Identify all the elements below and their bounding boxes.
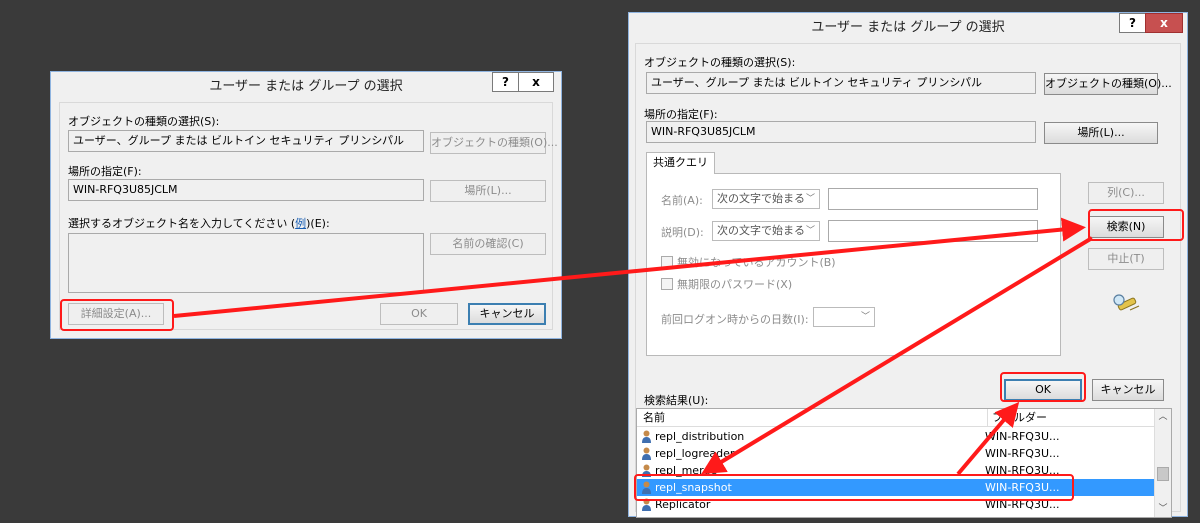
results-label: 検索結果(U): — [644, 394, 709, 407]
description-condition-value: 次の文字で始まる — [717, 224, 805, 237]
enter-names-suffix: )(E): — [306, 217, 330, 230]
object-type-label: オブジェクトの種類の選択(S): — [68, 115, 220, 128]
name-condition-select[interactable]: 次の文字で始まる ﹀ — [712, 189, 820, 209]
tab-common-query[interactable]: 共通クエリ — [646, 152, 715, 174]
object-type-label: オブジェクトの種類の選択(S): — [644, 56, 796, 69]
object-type-field: ユーザー、グループ または ビルトイン セキュリティ プリンシパル — [646, 72, 1036, 94]
help-button[interactable]: ? — [1119, 13, 1146, 33]
results-scrollbar[interactable]: ︿ ﹀ — [1154, 409, 1171, 517]
description-input[interactable] — [828, 220, 1038, 242]
location-field: WIN-RFQ3U85JCLM — [646, 121, 1036, 143]
table-row[interactable]: repl_merge WIN-RFQ3U... — [637, 462, 1170, 479]
location-field: WIN-RFQ3U85JCLM — [68, 179, 424, 201]
table-row[interactable]: Replicator WIN-RFQ3U... — [637, 496, 1170, 513]
non-expiring-password-label: 無期限のパスワード(X) — [677, 278, 793, 291]
object-types-button[interactable]: オブジェクトの種類(O)... — [430, 132, 558, 154]
chevron-down-icon: ﹀ — [805, 226, 815, 236]
row-name: repl_logreader — [655, 447, 735, 460]
user-icon — [642, 464, 651, 477]
cancel-button[interactable]: キャンセル — [1092, 379, 1164, 401]
locations-button[interactable]: 場所(L)... — [430, 180, 546, 202]
title-bar: ユーザー または グループ の選択 ? x — [629, 13, 1187, 43]
name-label: 名前(A): — [661, 194, 703, 207]
non-expiring-password-checkbox[interactable] — [661, 278, 673, 290]
row-name: repl_merge — [655, 464, 718, 477]
scroll-down-icon[interactable]: ﹀ — [1155, 501, 1171, 517]
column-header-folder[interactable]: フォルダー — [987, 409, 1077, 427]
enter-names-prefix: 選択するオブジェクト名を入力してください ( — [68, 217, 296, 230]
select-users-dialog-large: ユーザー または グループ の選択 ? x オブジェクトの種類の選択(S): ユ… — [628, 12, 1188, 518]
column-header-name[interactable]: 名前 — [643, 409, 665, 427]
location-label: 場所の指定(F): — [644, 108, 718, 121]
row-folder: WIN-RFQ3U... — [985, 498, 1060, 511]
enter-names-label: 選択するオブジェクト名を入力してください (例)(E): — [68, 215, 330, 231]
disabled-accounts-label: 無効になっているアカウント(B) — [677, 256, 836, 269]
row-folder: WIN-RFQ3U... — [985, 464, 1060, 477]
dialog-title: ユーザー または グループ の選択 — [209, 79, 403, 94]
table-row[interactable]: repl_logreader WIN-RFQ3U... — [637, 445, 1170, 462]
search-button[interactable]: 検索(N) — [1088, 216, 1164, 238]
help-button[interactable]: ? — [492, 72, 519, 92]
user-icon — [642, 430, 651, 443]
name-input[interactable] — [828, 188, 1038, 210]
stop-button[interactable]: 中止(T) — [1088, 248, 1164, 270]
chevron-down-icon: ﹀ — [805, 194, 815, 204]
object-names-textarea[interactable] — [68, 233, 424, 293]
object-type-field: ユーザー、グループ または ビルトイン セキュリティ プリンシパル — [68, 130, 424, 152]
user-icon — [642, 481, 651, 494]
days-since-logon-select[interactable]: ﹀ — [813, 307, 875, 327]
scroll-thumb[interactable] — [1157, 467, 1169, 481]
row-name: Replicator — [655, 498, 711, 511]
disabled-accounts-checkbox[interactable] — [661, 256, 673, 268]
chevron-down-icon: ﹀ — [860, 312, 870, 322]
object-types-button[interactable]: オブジェクトの種類(O)... — [1044, 73, 1172, 95]
columns-button[interactable]: 列(C)... — [1088, 182, 1164, 204]
dialog-title: ユーザー または グループ の選択 — [811, 20, 1005, 35]
row-name: repl_distribution — [655, 430, 745, 443]
row-name: repl_snapshot — [655, 481, 732, 494]
scroll-up-icon[interactable]: ︿ — [1155, 409, 1171, 425]
close-button[interactable]: x — [1145, 13, 1183, 33]
dialog-body: オブジェクトの種類の選択(S): ユーザー、グループ または ビルトイン セキュ… — [635, 43, 1181, 518]
ok-button[interactable]: OK — [380, 303, 458, 325]
advanced-button[interactable]: 詳細設定(A)... — [68, 303, 164, 325]
title-bar: ユーザー または グループ の選択 ? x — [51, 72, 561, 102]
days-since-logon-label: 前回ログオン時からの日数(I): — [661, 313, 809, 326]
locations-button[interactable]: 場所(L)... — [1044, 122, 1158, 144]
search-results-list[interactable]: 名前 フォルダー repl_distribution WIN-RFQ3U... re… — [636, 408, 1172, 518]
table-row[interactable]: repl_snapshot WIN-RFQ3U... — [637, 479, 1170, 496]
table-row[interactable]: repl_distribution WIN-RFQ3U... — [637, 428, 1170, 445]
select-users-dialog-small: ユーザー または グループ の選択 ? x オブジェクトの種類の選択(S): ユ… — [50, 71, 562, 339]
name-condition-value: 次の文字で始まる — [717, 192, 805, 205]
location-label: 場所の指定(F): — [68, 165, 142, 178]
results-header: 名前 フォルダー — [637, 409, 1171, 427]
user-icon — [642, 447, 651, 460]
row-folder: WIN-RFQ3U... — [985, 481, 1060, 494]
common-query-panel: 名前(A): 次の文字で始まる ﹀ 説明(D): 次の文字で始まる ﹀ 無効にな… — [646, 173, 1061, 356]
ok-button[interactable]: OK — [1004, 379, 1082, 401]
search-flashlight-icon — [1110, 292, 1142, 314]
description-label: 説明(D): — [661, 226, 704, 239]
dialog-body: オブジェクトの種類の選択(S): ユーザー、グループ または ビルトイン セキュ… — [59, 102, 558, 330]
examples-link[interactable]: 例 — [295, 217, 306, 230]
cancel-button[interactable]: キャンセル — [468, 303, 546, 325]
user-icon — [642, 498, 651, 511]
row-folder: WIN-RFQ3U... — [985, 430, 1060, 443]
description-condition-select[interactable]: 次の文字で始まる ﹀ — [712, 221, 820, 241]
close-button[interactable]: x — [518, 72, 554, 92]
row-folder: WIN-RFQ3U... — [985, 447, 1060, 460]
check-names-button[interactable]: 名前の確認(C) — [430, 233, 546, 255]
